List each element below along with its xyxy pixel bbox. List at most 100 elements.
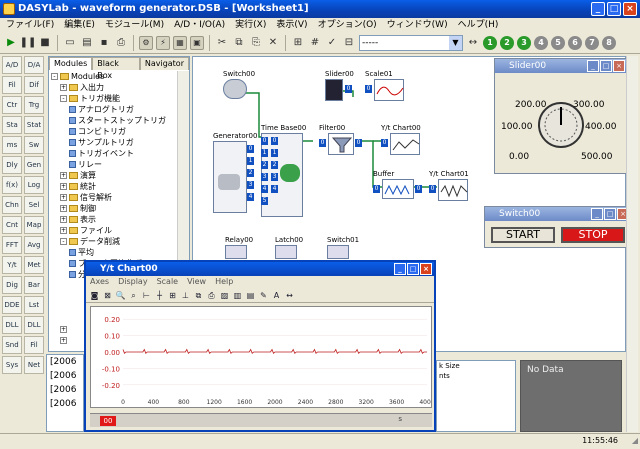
palette-tool[interactable]: Dif (24, 76, 44, 94)
palette-tool[interactable]: Met (24, 256, 44, 274)
tree-item[interactable]: スタートストップトリガ (51, 115, 177, 126)
cut-icon[interactable]: ✂ (215, 36, 229, 50)
switch-window[interactable]: Switch00 _ □ × START STOP (484, 206, 632, 248)
worksheet-combo[interactable]: ----- ▼ (359, 34, 463, 51)
display-icon[interactable]: ▣ (190, 35, 204, 50)
chart-window-title[interactable]: Y/t Chart00 _ □ × (86, 262, 434, 276)
palette-tool[interactable]: Dig (2, 276, 22, 294)
expand-icon[interactable]: + (60, 337, 67, 344)
chart-menu-help[interactable]: Help (215, 276, 233, 288)
expand-icon[interactable]: + (60, 183, 67, 190)
module-icon[interactable]: ⚙ (139, 35, 153, 50)
arrow-icon[interactable]: ↔ (284, 290, 295, 301)
chart-plot-area[interactable]: 0.20 0.10 0.00 -0.10 -0.20 0 400 800 1200 1600 200… (90, 306, 435, 408)
paint-icon[interactable]: ✎ (258, 290, 269, 301)
print-icon[interactable]: ⎙ (114, 36, 128, 50)
expand-icon[interactable]: + (60, 216, 67, 223)
layer-button-1[interactable]: 1 (483, 35, 497, 50)
palette-tool[interactable]: DLL (24, 316, 44, 334)
axis-icon[interactable]: ┼ (154, 290, 165, 301)
palette-tool[interactable]: FFT (2, 236, 22, 254)
pause-icon[interactable]: ❚❚ (20, 36, 37, 50)
palette-tool[interactable]: Y/t (2, 256, 22, 274)
palette-tool[interactable]: Trg (24, 96, 44, 114)
paste-icon[interactable]: ⎘ (249, 36, 263, 50)
grid-icon[interactable]: # (308, 36, 322, 50)
layout-icon[interactable]: ⊟ (342, 36, 356, 50)
chart-menu-view[interactable]: View (187, 276, 206, 288)
copy-icon[interactable]: ⧉ (193, 290, 204, 301)
minimize-button[interactable]: _ (394, 263, 406, 275)
expand-icon[interactable]: + (60, 172, 67, 179)
open-icon[interactable]: ▤ (80, 36, 94, 50)
collapse-icon[interactable]: - (51, 73, 58, 80)
slider-window[interactable]: Slider00 _ □ × 200.00 300.00 100.00 400.… (494, 58, 628, 174)
tree-item[interactable]: リレー (51, 159, 177, 170)
layer-button-5[interactable]: 5 (551, 35, 565, 50)
maximize-button[interactable]: □ (407, 263, 419, 275)
delete-icon[interactable]: ✕ (266, 36, 280, 50)
minimize-button[interactable]: _ (587, 60, 599, 72)
palette-tool[interactable]: Sel (24, 196, 44, 214)
palette-tool[interactable]: Fil (24, 336, 44, 354)
menu-help[interactable]: ヘルプ(H) (458, 18, 499, 32)
close-button[interactable]: × (420, 263, 432, 275)
tree-item[interactable]: アナログトリガ (51, 104, 177, 115)
tree-item[interactable]: トリガイベント (51, 148, 177, 159)
layer-button-2[interactable]: 2 (500, 35, 514, 50)
menu-adio[interactable]: A/D・I/O(A) (174, 18, 225, 32)
maximize-button[interactable]: □ (604, 208, 616, 220)
tab-navigator[interactable]: Navigator (139, 57, 189, 70)
tree-item[interactable]: + 制御 (51, 203, 177, 214)
palette-tool[interactable]: Fil (2, 76, 22, 94)
expand-icon[interactable]: + (60, 84, 67, 91)
chart-menu-axes[interactable]: Axes (90, 276, 109, 288)
layer-button-4[interactable]: 4 (534, 35, 548, 50)
palette-tool[interactable]: Sys (2, 356, 22, 374)
menu-edit[interactable]: 編集(E) (64, 18, 95, 32)
palette-tool[interactable]: Net (24, 356, 44, 374)
palette-tool[interactable]: DDE (2, 296, 22, 314)
palette-tool[interactable]: Snd (2, 336, 22, 354)
maximize-button[interactable]: □ (607, 2, 621, 16)
maximize-button[interactable]: □ (600, 60, 612, 72)
minimize-button[interactable]: _ (591, 208, 603, 220)
tree-item[interactable]: + ファイル (51, 225, 177, 236)
expand-icon[interactable]: + (60, 194, 67, 201)
slider-window-title[interactable]: Slider00 _ □ × (495, 59, 627, 73)
palette-tool[interactable]: Stat (24, 116, 44, 134)
palette-tool[interactable]: A/D (2, 56, 22, 74)
palette-tool[interactable]: D/A (24, 56, 44, 74)
new-icon[interactable]: ▭ (63, 36, 77, 50)
layer-button-6[interactable]: 6 (568, 35, 582, 50)
align-icon[interactable]: ⊞ (291, 36, 305, 50)
zoom-in-icon[interactable]: 🔍 (115, 290, 126, 301)
tree-item[interactable]: コンビトリガ (51, 126, 177, 137)
menu-file[interactable]: ファイル(F) (6, 18, 54, 32)
tab-modules[interactable]: Modules (49, 57, 93, 70)
measure-icon[interactable]: ⚡ (156, 35, 170, 50)
tree-item[interactable]: + 表示 (51, 214, 177, 225)
dial-gauge[interactable]: 200.00 300.00 100.00 400.00 0.00 500.00 (495, 73, 629, 173)
layer-button-8[interactable]: 8 (602, 35, 616, 50)
palette-tool[interactable]: Avg (24, 236, 44, 254)
switch-window-title[interactable]: Switch00 _ □ × (485, 207, 631, 221)
chevron-down-icon[interactable]: ▼ (449, 35, 462, 50)
menu-view[interactable]: 表示(V) (276, 18, 307, 32)
check-icon[interactable]: ✓ (325, 36, 339, 50)
palette-tool[interactable]: Log (24, 176, 44, 194)
palette-tool[interactable]: ms (2, 136, 22, 154)
tab-black-box[interactable]: Black Box (92, 57, 140, 80)
title-bar[interactable]: DASYLab - waveform generator.DSB - [Work… (0, 0, 640, 18)
expand-icon[interactable]: + (60, 326, 67, 333)
tree-item[interactable]: + 信号解析 (51, 192, 177, 203)
menu-run[interactable]: 実行(X) (235, 18, 266, 32)
fit-icon[interactable]: ⊠ (102, 290, 113, 301)
scale-icon[interactable]: ▥ (232, 290, 243, 301)
right-scrollbar[interactable] (626, 56, 638, 432)
tree-item[interactable]: - トリガ機能 (51, 93, 177, 104)
stop-icon[interactable]: ■ (38, 36, 52, 50)
layer-button-3[interactable]: 3 (517, 35, 531, 50)
resize-grip-icon[interactable]: ◢ (632, 436, 638, 445)
marker-icon[interactable]: ⊥ (180, 290, 191, 301)
